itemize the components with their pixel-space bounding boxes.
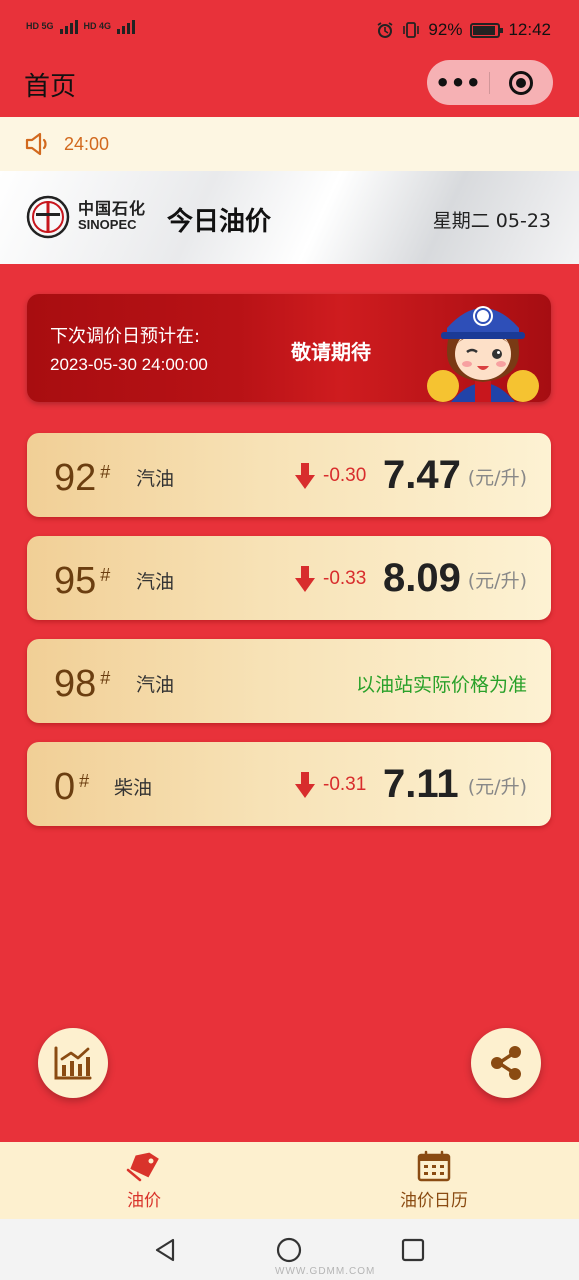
battery-percent: 92% [428, 20, 463, 39]
vibrate-icon [403, 22, 420, 38]
sim2-label: HD 4G [83, 20, 112, 31]
notice-bar[interactable]: 24:00 [0, 117, 579, 171]
adjust-status: 敬请期待 [291, 340, 371, 364]
logo-chinese: 中国石化 [78, 199, 147, 218]
logo-english: SINOPEC [78, 217, 137, 232]
fuel-type: 汽油 [136, 571, 175, 593]
sim1-label: HD 5G [26, 20, 54, 31]
price-change: -0.31 [323, 774, 367, 795]
price-tag-icon [126, 1152, 159, 1182]
sinopec-wordmark: 中国石化 SINOPEC [78, 201, 146, 233]
mini-program-capsule: ••• [427, 60, 553, 105]
price-note: 以油站实际价格为准 [355, 674, 527, 696]
price-card-95[interactable]: 95 # 汽油 -0.33 8.09 (元/升) [27, 536, 551, 620]
mascot-girl-icon [427, 306, 539, 402]
price-unit: (元/升) [467, 776, 527, 798]
banner-date: 星期二 05-23 [432, 210, 551, 232]
sinopec-logo-icon [26, 195, 70, 239]
down-arrow-icon [295, 772, 315, 798]
status-right: 92% 12:42 [376, 20, 551, 40]
price-unit: (元/升) [467, 467, 527, 489]
recents-icon[interactable] [400, 1237, 426, 1263]
trend-chart-button[interactable] [38, 1028, 108, 1098]
speaker-icon [25, 132, 47, 156]
back-icon[interactable] [152, 1237, 178, 1263]
next-adjustment-card: 下次调价日预计在: 2023-05-30 24:00:00 敬请期待 [27, 294, 551, 402]
price-change: -0.30 [323, 465, 367, 486]
battery-icon [470, 22, 504, 38]
fuel-grade: 92 # [54, 457, 111, 499]
fuel-type: 柴油 [114, 777, 153, 799]
price-unit: (元/升) [467, 570, 527, 592]
signal-icon [59, 18, 78, 34]
clock: 12:42 [508, 20, 551, 39]
signal-indicators: HD 5G HD 4G [26, 18, 136, 34]
watermark: WWW.GDMM.COM [275, 1266, 376, 1277]
tab-oil-price[interactable]: 油价 [94, 1142, 194, 1219]
tab-label: 油价 [127, 1191, 161, 1211]
price-change: -0.33 [323, 568, 367, 589]
share-button[interactable] [471, 1028, 541, 1098]
price-card-92[interactable]: 92 # 汽油 -0.30 7.47 (元/升) [27, 433, 551, 517]
fuel-grade: 95 # [54, 560, 111, 602]
trend-chart-icon [54, 1046, 92, 1080]
fuel-type: 汽油 [136, 468, 175, 490]
down-arrow-icon [295, 566, 315, 592]
down-arrow-icon [295, 463, 315, 489]
share-icon [491, 1046, 521, 1080]
price-card-98[interactable]: 98 # 汽油 以油站实际价格为准 [27, 639, 551, 723]
target-icon [509, 70, 533, 95]
price-value: 7.11 [383, 762, 459, 806]
price-value: 7.47 [383, 453, 461, 497]
close-button[interactable] [490, 70, 552, 95]
fuel-grade: 0 # [54, 766, 90, 808]
home-icon[interactable] [276, 1237, 302, 1263]
fuel-grade: 98 # [54, 663, 111, 705]
notice-text: 24:00 [64, 133, 110, 154]
next-adjust-label: 下次调价日预计在: [50, 326, 201, 347]
next-adjust-datetime: 2023-05-30 24:00:00 [50, 355, 208, 374]
brand-banner: 中国石化 SINOPEC 今日油价 星期二 05-23 [0, 171, 579, 264]
tab-oil-calendar[interactable]: 油价日历 [384, 1142, 484, 1219]
tab-bar: 油价 油价日历 [0, 1142, 579, 1219]
price-card-0-diesel[interactable]: 0 # 柴油 -0.31 7.11 (元/升) [27, 742, 551, 826]
signal-icon [117, 18, 136, 34]
page-title: 首页 [24, 72, 77, 102]
tab-label: 油价日历 [400, 1191, 468, 1211]
calendar-icon [417, 1150, 451, 1182]
price-value: 8.09 [383, 556, 461, 600]
fuel-type: 汽油 [136, 674, 175, 696]
alarm-icon [377, 22, 393, 38]
banner-title: 今日油价 [167, 207, 272, 237]
status-bar: HD 5G HD 4G 92% 12:42 [0, 0, 579, 62]
more-button[interactable]: ••• [427, 71, 489, 95]
